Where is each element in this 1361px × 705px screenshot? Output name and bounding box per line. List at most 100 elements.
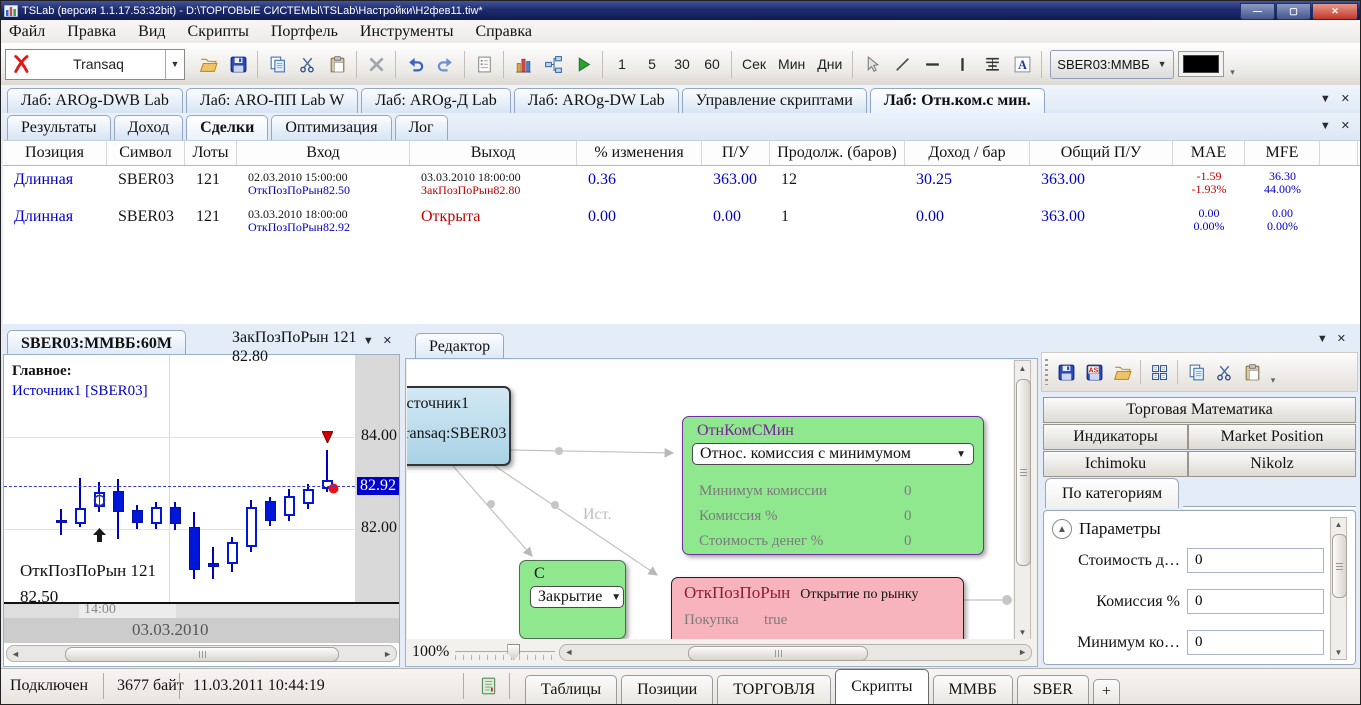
- workspace-tab-скрипты[interactable]: Скрипты: [835, 669, 928, 704]
- scroll-up-icon[interactable]: ▲: [1015, 361, 1030, 373]
- column-header-13[interactable]: [1320, 141, 1358, 165]
- lab-tab-3-active[interactable]: Сделки: [186, 115, 268, 140]
- category-button-индикаторы[interactable]: Индикаторы: [1043, 424, 1188, 450]
- column-header-1[interactable]: Позиция: [3, 141, 107, 165]
- save-script-as-button[interactable]: AS: [1080, 358, 1108, 386]
- blocks-view-button[interactable]: [1145, 358, 1173, 386]
- editor-canvas[interactable]: Ист. Источник1 Transaq:SBER03 ОтнКомСМин…: [407, 360, 1013, 640]
- chart-hscroll-thumb[interactable]: [65, 647, 339, 662]
- category-button-ichimoku[interactable]: Ichimoku: [1043, 451, 1188, 477]
- doc-tab-2[interactable]: Лаб: ARO-ПП Lab W: [186, 88, 358, 113]
- menu-item-5[interactable]: Портфель: [271, 23, 350, 41]
- parameter-input-1[interactable]: [1187, 548, 1324, 573]
- menu-item-6[interactable]: Инструменты: [360, 23, 466, 41]
- toolbar-grip[interactable]: [1045, 359, 1048, 385]
- chart-close-icon[interactable]: ✕: [383, 336, 392, 347]
- editor-tab[interactable]: Редактор: [415, 333, 504, 359]
- doc-tab-4[interactable]: Лаб: AROg-DW Lab: [514, 88, 679, 113]
- select-tool-button[interactable]: [857, 49, 887, 79]
- node-close[interactable]: С Закрытие▼: [519, 560, 626, 639]
- connector-combo[interactable]: Transaq ▼: [5, 49, 185, 80]
- menu-item-3[interactable]: Вид: [138, 23, 177, 41]
- palette-toolbar-overflow-button[interactable]: ▾: [1266, 356, 1280, 389]
- zoom-slider[interactable]: [455, 643, 555, 661]
- node-commission-dropdown[interactable]: Относ. комиссия с минимумом▼: [692, 443, 974, 465]
- chart-plot-area[interactable]: Главное: Источник1 [SBER03] ОткПозПоРын …: [4, 355, 355, 604]
- tab-close-icon[interactable]: ✕: [1341, 121, 1350, 132]
- category-button-торговая-математика[interactable]: Торговая Математика: [1043, 397, 1356, 423]
- category-tab[interactable]: По категориям: [1045, 478, 1179, 508]
- parameters-vscroll-thumb[interactable]: [1332, 534, 1347, 598]
- trade-row-1[interactable]: ДлиннаяSBER0312102.03.2010 15:00:00ОткПо…: [3, 166, 1360, 203]
- commission-property[interactable]: Комиссия %0: [699, 504, 973, 529]
- node-source[interactable]: Источник1 Transaq:SBER03: [407, 386, 511, 466]
- column-header-11[interactable]: MAE: [1173, 141, 1245, 165]
- workspace-tab-ммвб[interactable]: ММВБ: [933, 675, 1013, 704]
- new-strategy-button[interactable]: [538, 49, 568, 79]
- menu-item-1[interactable]: Файл: [9, 23, 57, 41]
- script-properties-button[interactable]: [469, 49, 499, 79]
- save-button[interactable]: [223, 49, 253, 79]
- column-header-6[interactable]: % изменения: [577, 141, 702, 165]
- tab-close-icon[interactable]: ✕: [1341, 94, 1350, 105]
- column-header-12[interactable]: MFE: [1245, 141, 1320, 165]
- tab-list-icon[interactable]: ▼: [1320, 121, 1331, 132]
- workspace-tab-позиции[interactable]: Позиции: [621, 675, 713, 704]
- doc-tab-1[interactable]: Лаб: AROg-DWB Lab: [7, 88, 183, 113]
- column-header-5[interactable]: Выход: [410, 141, 577, 165]
- period-seconds-button[interactable]: Сек: [736, 49, 772, 79]
- column-header-2[interactable]: Символ: [107, 141, 185, 165]
- open-button[interactable]: [193, 49, 223, 79]
- doc-tab-3[interactable]: Лаб: AROg-Д Lab: [361, 88, 510, 113]
- scroll-left-icon[interactable]: ◄: [7, 649, 24, 659]
- paste-block-button[interactable]: [1238, 358, 1266, 386]
- timeframe-5-button[interactable]: 5: [637, 49, 667, 79]
- scroll-down-icon[interactable]: ▼: [1331, 648, 1346, 657]
- palette-menu-icon[interactable]: ▼: [1317, 334, 1328, 345]
- node-close-dropdown[interactable]: Закрытие▼: [530, 586, 624, 608]
- chart-menu-icon[interactable]: ▼: [363, 336, 374, 347]
- minimize-button[interactable]: —: [1240, 3, 1275, 20]
- commission-property[interactable]: Стоимость денег %0: [699, 529, 973, 554]
- palette-close-icon[interactable]: ✕: [1337, 334, 1346, 345]
- parameter-input-3[interactable]: [1187, 630, 1324, 655]
- category-button-nikolz[interactable]: Nikolz: [1188, 451, 1356, 477]
- collapse-icon[interactable]: ▲: [1052, 519, 1072, 539]
- parameter-input-2[interactable]: [1187, 589, 1324, 614]
- menu-item-7[interactable]: Справка: [475, 23, 544, 41]
- redo-button[interactable]: [430, 49, 460, 79]
- period-days-button[interactable]: Дни: [811, 49, 848, 79]
- period-minutes-button[interactable]: Мин: [772, 49, 811, 79]
- parameters-vscrollbar[interactable]: ▲ ▼: [1330, 517, 1347, 660]
- cut-block-button[interactable]: [1210, 358, 1238, 386]
- horizontal-line-tool-button[interactable]: [917, 49, 947, 79]
- log-notepad-icon[interactable]: [478, 675, 498, 697]
- menu-item-4[interactable]: Скрипты: [188, 23, 261, 41]
- text-tool-button[interactable]: A: [1007, 49, 1037, 79]
- lab-tab-2[interactable]: Доход: [114, 115, 184, 140]
- timeframe-30-button[interactable]: 30: [667, 49, 697, 79]
- column-header-3[interactable]: Лоты: [185, 141, 237, 165]
- delete-button[interactable]: [361, 49, 391, 79]
- lab-tab-1[interactable]: Результаты: [7, 115, 111, 140]
- close-button[interactable]: ✕: [1312, 3, 1358, 20]
- symbol-combo[interactable]: SBER03:ММВБ▼: [1050, 50, 1173, 79]
- lab-tab-4[interactable]: Оптимизация: [271, 115, 391, 140]
- chart-hscrollbar[interactable]: ◄ ►: [6, 645, 397, 662]
- column-header-4[interactable]: Вход: [237, 141, 410, 165]
- workspace-tab-sber[interactable]: SBER: [1017, 675, 1089, 704]
- node-commission[interactable]: ОтнКомСМин Относ. комиссия с минимумом▼ …: [682, 416, 984, 555]
- node-open-market[interactable]: ОткПозПоРын Открытие по рынку Покупкаtru…: [671, 577, 964, 640]
- open-script-button[interactable]: [1108, 358, 1136, 386]
- doc-tab-5[interactable]: Управление скриптами: [682, 88, 867, 113]
- timeframe-60-button[interactable]: 60: [697, 49, 727, 79]
- open-market-property[interactable]: Покупкаtrue: [684, 608, 953, 633]
- scroll-left-icon[interactable]: ◄: [560, 647, 577, 657]
- scroll-right-icon[interactable]: ►: [379, 649, 396, 659]
- connector-dropdown-arrow[interactable]: ▼: [165, 50, 184, 79]
- chart-legend-source[interactable]: Источник1 [SBER03]: [12, 381, 148, 401]
- timeframe-1-button[interactable]: 1: [607, 49, 637, 79]
- column-header-8[interactable]: Продолж. (баров): [770, 141, 905, 165]
- category-button-market-position[interactable]: Market Position: [1188, 424, 1356, 450]
- commission-property[interactable]: Минимум комиссии0: [699, 479, 973, 504]
